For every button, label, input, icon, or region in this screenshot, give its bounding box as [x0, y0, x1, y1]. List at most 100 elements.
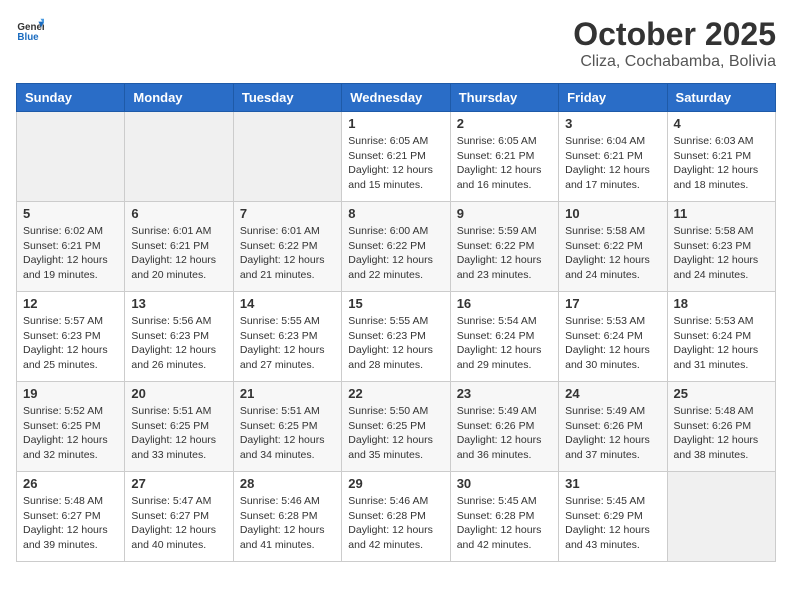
day-number: 21	[240, 386, 335, 401]
day-info: Sunrise: 6:01 AMSunset: 6:21 PMDaylight:…	[131, 224, 226, 283]
calendar-day-cell: 31Sunrise: 5:45 AMSunset: 6:29 PMDayligh…	[559, 472, 667, 562]
logo-icon: General Blue	[16, 16, 44, 44]
weekday-header-tuesday: Tuesday	[233, 84, 341, 112]
day-info: Sunrise: 5:50 AMSunset: 6:25 PMDaylight:…	[348, 404, 443, 463]
day-number: 26	[23, 476, 118, 491]
day-number: 30	[457, 476, 552, 491]
calendar-day-cell: 24 Sunrise: 5:49 AMSunset: 6:26 PMDayligh…	[559, 382, 667, 472]
month-title: October 2025	[573, 16, 776, 53]
weekday-header-row: SundayMondayTuesdayWednesdayThursdayFrid…	[17, 84, 776, 112]
calendar-day-cell: 25 Sunrise: 5:48 AMSunset: 6:26 PMDayligh…	[667, 382, 775, 472]
calendar-table: SundayMondayTuesdayWednesdayThursdayFrid…	[16, 83, 776, 562]
day-info: Sunrise: 5:54 AMSunset: 6:24 PMDaylight:…	[457, 314, 552, 373]
day-number: 24	[565, 386, 660, 401]
day-info: Sunrise: 5:55 AMSunset: 6:23 PMDaylight:…	[240, 314, 335, 373]
title-area: October 2025 Cliza, Cochabamba, Bolivia	[573, 16, 776, 71]
calendar-day-cell: 6 Sunrise: 6:01 AMSunset: 6:21 PMDaylight…	[125, 202, 233, 292]
day-number: 12	[23, 296, 118, 311]
day-info: Sunrise: 5:45 AMSunset: 6:28 PMDaylight:…	[457, 494, 552, 553]
day-number: 29	[348, 476, 443, 491]
day-info: Sunrise: 6:00 AMSunset: 6:22 PMDaylight:…	[348, 224, 443, 283]
calendar-week-row: 26Sunrise: 5:48 AMSunset: 6:27 PMDayligh…	[17, 472, 776, 562]
day-number: 1	[348, 116, 443, 131]
day-number: 19	[23, 386, 118, 401]
day-number: 5	[23, 206, 118, 221]
calendar-day-cell: 27 Sunrise: 5:47 AMSunset: 6:27 PMDayligh…	[125, 472, 233, 562]
day-info: Sunrise: 6:05 AMSunset: 6:21 PMDaylight:…	[348, 134, 443, 193]
calendar-week-row: 12 Sunrise: 5:57 AMSunset: 6:23 PMDayligh…	[17, 292, 776, 382]
calendar-day-cell: 4Sunrise: 6:03 AMSunset: 6:21 PMDaylight…	[667, 112, 775, 202]
calendar-day-cell: 8Sunrise: 6:00 AMSunset: 6:22 PMDaylight…	[342, 202, 450, 292]
day-info: Sunrise: 6:01 AMSunset: 6:22 PMDaylight:…	[240, 224, 335, 283]
day-number: 14	[240, 296, 335, 311]
day-number: 11	[674, 206, 769, 221]
calendar-day-cell: 16 Sunrise: 5:54 AMSunset: 6:24 PMDayligh…	[450, 292, 558, 382]
day-number: 18	[674, 296, 769, 311]
day-number: 31	[565, 476, 660, 491]
day-number: 2	[457, 116, 552, 131]
calendar-day-cell: 7 Sunrise: 6:01 AMSunset: 6:22 PMDaylight…	[233, 202, 341, 292]
day-number: 20	[131, 386, 226, 401]
day-info: Sunrise: 5:48 AMSunset: 6:26 PMDaylight:…	[674, 404, 769, 463]
day-number: 4	[674, 116, 769, 131]
day-info: Sunrise: 5:53 AMSunset: 6:24 PMDaylight:…	[565, 314, 660, 373]
calendar-day-cell: 10 Sunrise: 5:58 AMSunset: 6:22 PMDayligh…	[559, 202, 667, 292]
day-number: 7	[240, 206, 335, 221]
svg-text:Blue: Blue	[17, 32, 39, 43]
weekday-header-friday: Friday	[559, 84, 667, 112]
day-number: 25	[674, 386, 769, 401]
calendar-day-cell: 14 Sunrise: 5:55 AMSunset: 6:23 PMDayligh…	[233, 292, 341, 382]
calendar-day-cell: 26Sunrise: 5:48 AMSunset: 6:27 PMDayligh…	[17, 472, 125, 562]
calendar-day-cell: 21 Sunrise: 5:51 AMSunset: 6:25 PMDayligh…	[233, 382, 341, 472]
day-info: Sunrise: 6:04 AMSunset: 6:21 PMDaylight:…	[565, 134, 660, 193]
weekday-header-thursday: Thursday	[450, 84, 558, 112]
day-number: 23	[457, 386, 552, 401]
day-info: Sunrise: 6:02 AMSunset: 6:21 PMDaylight:…	[23, 224, 118, 283]
day-number: 10	[565, 206, 660, 221]
day-info: Sunrise: 5:46 AMSunset: 6:28 PMDaylight:…	[348, 494, 443, 553]
calendar-day-cell: 13Sunrise: 5:56 AMSunset: 6:23 PMDayligh…	[125, 292, 233, 382]
day-info: Sunrise: 5:49 AMSunset: 6:26 PMDaylight:…	[457, 404, 552, 463]
calendar-day-cell: 3Sunrise: 6:04 AMSunset: 6:21 PMDaylight…	[559, 112, 667, 202]
calendar-day-cell: 17 Sunrise: 5:53 AMSunset: 6:24 PMDayligh…	[559, 292, 667, 382]
day-info: Sunrise: 5:51 AMSunset: 6:25 PMDaylight:…	[240, 404, 335, 463]
day-number: 17	[565, 296, 660, 311]
logo: General Blue	[16, 16, 44, 44]
day-info: Sunrise: 5:53 AMSunset: 6:24 PMDaylight:…	[674, 314, 769, 373]
weekday-header-wednesday: Wednesday	[342, 84, 450, 112]
day-number: 15	[348, 296, 443, 311]
calendar-day-cell: 12 Sunrise: 5:57 AMSunset: 6:23 PMDayligh…	[17, 292, 125, 382]
calendar-week-row: 1 Sunrise: 6:05 AMSunset: 6:21 PMDaylight…	[17, 112, 776, 202]
empty-cell	[17, 112, 125, 202]
weekday-header-monday: Monday	[125, 84, 233, 112]
day-info: Sunrise: 5:59 AMSunset: 6:22 PMDaylight:…	[457, 224, 552, 283]
weekday-header-saturday: Saturday	[667, 84, 775, 112]
day-info: Sunrise: 5:57 AMSunset: 6:23 PMDaylight:…	[23, 314, 118, 373]
calendar-day-cell: 28 Sunrise: 5:46 AMSunset: 6:28 PMDayligh…	[233, 472, 341, 562]
day-number: 22	[348, 386, 443, 401]
day-number: 6	[131, 206, 226, 221]
calendar-day-cell: 23 Sunrise: 5:49 AMSunset: 6:26 PMDayligh…	[450, 382, 558, 472]
day-info: Sunrise: 5:55 AMSunset: 6:23 PMDaylight:…	[348, 314, 443, 373]
day-number: 28	[240, 476, 335, 491]
day-info: Sunrise: 5:49 AMSunset: 6:26 PMDaylight:…	[565, 404, 660, 463]
day-info: Sunrise: 5:52 AMSunset: 6:25 PMDaylight:…	[23, 404, 118, 463]
day-info: Sunrise: 5:58 AMSunset: 6:22 PMDaylight:…	[565, 224, 660, 283]
day-info: Sunrise: 5:51 AMSunset: 6:25 PMDaylight:…	[131, 404, 226, 463]
calendar-day-cell: 18 Sunrise: 5:53 AMSunset: 6:24 PMDayligh…	[667, 292, 775, 382]
day-info: Sunrise: 5:46 AMSunset: 6:28 PMDaylight:…	[240, 494, 335, 553]
day-info: Sunrise: 5:47 AMSunset: 6:27 PMDaylight:…	[131, 494, 226, 553]
calendar-day-cell: 15 Sunrise: 5:55 AMSunset: 6:23 PMDayligh…	[342, 292, 450, 382]
calendar-week-row: 5 Sunrise: 6:02 AMSunset: 6:21 PMDaylight…	[17, 202, 776, 292]
calendar-day-cell: 30 Sunrise: 5:45 AMSunset: 6:28 PMDayligh…	[450, 472, 558, 562]
empty-cell	[125, 112, 233, 202]
calendar-day-cell: 5 Sunrise: 6:02 AMSunset: 6:21 PMDaylight…	[17, 202, 125, 292]
calendar-day-cell: 2 Sunrise: 6:05 AMSunset: 6:21 PMDaylight…	[450, 112, 558, 202]
day-number: 13	[131, 296, 226, 311]
calendar-day-cell: 1 Sunrise: 6:05 AMSunset: 6:21 PMDaylight…	[342, 112, 450, 202]
day-info: Sunrise: 6:05 AMSunset: 6:21 PMDaylight:…	[457, 134, 552, 193]
day-number: 27	[131, 476, 226, 491]
day-number: 16	[457, 296, 552, 311]
location-title: Cliza, Cochabamba, Bolivia	[573, 53, 776, 71]
empty-cell	[667, 472, 775, 562]
